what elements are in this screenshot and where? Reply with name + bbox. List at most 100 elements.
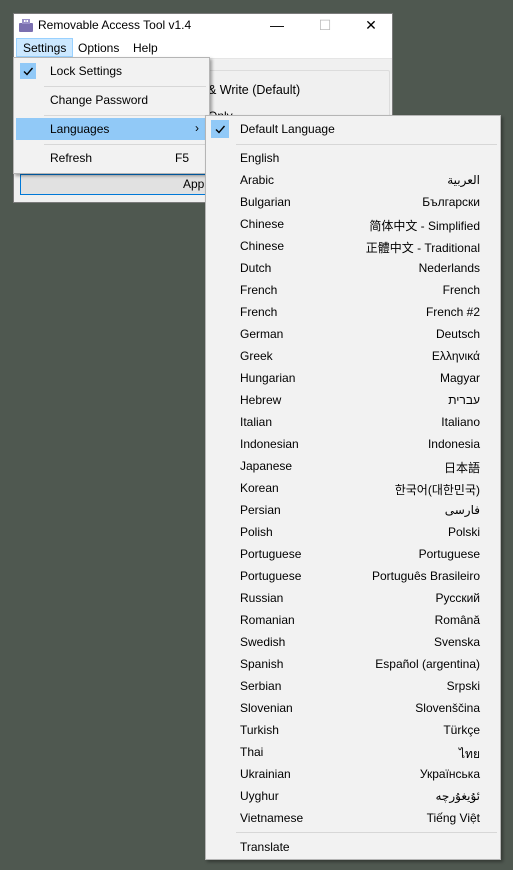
- language-name: Ukrainian: [240, 767, 291, 781]
- menu-separator: [236, 832, 497, 833]
- menu-bar: Settings Options Help: [14, 38, 392, 59]
- language-name: Slovenian: [240, 701, 293, 715]
- menu-item-default-language[interactable]: Default Language: [208, 118, 498, 140]
- language-item[interactable]: Swedish Svenska: [208, 631, 498, 653]
- language-name: Portuguese: [240, 547, 302, 561]
- language-name: French: [240, 305, 278, 319]
- language-item[interactable]: German Deutsch: [208, 323, 498, 345]
- language-item[interactable]: English: [208, 147, 498, 169]
- language-item[interactable]: Greek Ελληνικά: [208, 345, 498, 367]
- language-name: Chinese: [240, 217, 285, 231]
- language-item[interactable]: Hebrew עברית: [208, 389, 498, 411]
- menu-separator: [44, 115, 206, 116]
- language-item[interactable]: Uyghur ئۇيغۇرچە: [208, 785, 498, 807]
- language-native-name: Magyar: [439, 371, 480, 385]
- language-native-name: Español (argentina): [375, 657, 480, 671]
- language-item[interactable]: Portuguese Português Brasileiro: [208, 565, 498, 587]
- language-item[interactable]: French French: [208, 279, 498, 301]
- language-native-name: Srpski: [446, 679, 480, 693]
- menu-options[interactable]: Options: [72, 39, 125, 57]
- maximize-button[interactable]: ☐: [302, 14, 348, 38]
- language-name: Hungarian: [240, 371, 296, 385]
- language-native-name: Slovenščina: [415, 701, 480, 715]
- language-name: Arabic: [240, 173, 275, 187]
- settings-dropdown: Lock Settings Change Password Languages …: [13, 57, 210, 174]
- language-item[interactable]: Thai ไทย: [208, 741, 498, 763]
- menu-settings[interactable]: Settings: [16, 38, 74, 57]
- language-item[interactable]: Arabic العربية: [208, 169, 498, 191]
- language-name: Greek: [240, 349, 273, 363]
- language-native-name: Tiếng Việt: [426, 811, 480, 825]
- language-name: Bulgarian: [240, 195, 291, 209]
- language-item[interactable]: Korean 한국어(대한민국): [208, 477, 498, 499]
- menu-item-refresh[interactable]: Refresh F5: [16, 147, 207, 169]
- language-name: Japanese: [240, 459, 293, 473]
- language-item[interactable]: Italian Italiano: [208, 411, 498, 433]
- language-name: Romanian: [240, 613, 295, 627]
- language-name: Swedish: [240, 635, 286, 649]
- language-item[interactable]: Vietnamese Tiếng Việt: [208, 807, 498, 829]
- language-item[interactable]: Dutch Nederlands: [208, 257, 498, 279]
- language-native-name: ئۇيغۇرچە: [435, 789, 480, 803]
- menu-help[interactable]: Help: [127, 39, 164, 57]
- language-item[interactable]: Chinese 简体中文 - Simplified: [208, 213, 498, 235]
- language-item[interactable]: Serbian Srpski: [208, 675, 498, 697]
- language-item[interactable]: Ukrainian Українська: [208, 763, 498, 785]
- language-native-name: Türkçe: [443, 723, 480, 737]
- menu-separator: [44, 86, 206, 87]
- title-bar[interactable]: Removable Access Tool v1.4 — ☐ ✕: [14, 14, 392, 38]
- language-native-name: French #2: [425, 305, 480, 319]
- language-item[interactable]: Polish Polski: [208, 521, 498, 543]
- default-language-label: Default Language: [240, 122, 335, 136]
- language-native-name: 正體中文 - Traditional: [365, 241, 480, 255]
- languages-label: Languages: [50, 122, 110, 136]
- language-native-name: Nederlands: [418, 261, 480, 275]
- language-item[interactable]: Bulgarian Български: [208, 191, 498, 213]
- language-native-name: עברית: [448, 393, 480, 407]
- language-native-name: French: [442, 283, 480, 297]
- language-item[interactable]: Turkish Türkçe: [208, 719, 498, 741]
- language-name: Uyghur: [240, 789, 279, 803]
- language-name: Russian: [240, 591, 284, 605]
- minimize-button[interactable]: —: [254, 14, 300, 38]
- language-item[interactable]: Russian Русский: [208, 587, 498, 609]
- language-item[interactable]: French French #2: [208, 301, 498, 323]
- language-native-name: Svenska: [433, 635, 480, 649]
- language-name: Chinese: [240, 239, 285, 253]
- language-name: Dutch: [240, 261, 272, 275]
- refresh-label: Refresh: [50, 151, 93, 165]
- language-item[interactable]: Spanish Español (argentina): [208, 653, 498, 675]
- language-item[interactable]: Hungarian Magyar: [208, 367, 498, 389]
- change-password-label: Change Password: [50, 93, 149, 107]
- language-item[interactable]: Chinese 正體中文 - Traditional: [208, 235, 498, 257]
- refresh-shortcut: F5: [174, 151, 189, 165]
- language-native-name: Български: [422, 195, 480, 209]
- language-native-name: Русский: [435, 591, 480, 605]
- language-item[interactable]: Persian فارسی: [208, 499, 498, 521]
- language-item[interactable]: Slovenian Slovenščina: [208, 697, 498, 719]
- close-button[interactable]: ✕: [348, 14, 394, 38]
- menu-separator: [44, 144, 206, 145]
- language-native-name: Italiano: [441, 415, 480, 429]
- menu-item-languages[interactable]: Languages ›: [16, 118, 207, 140]
- language-native-name: Polski: [447, 525, 480, 539]
- language-name: French: [240, 283, 278, 297]
- language-name: Korean: [240, 481, 279, 495]
- language-native-name: Українська: [419, 767, 480, 781]
- menu-item-translate[interactable]: Translate: [208, 836, 498, 858]
- language-native-name: Portuguese: [418, 547, 480, 561]
- menu-item-change-password[interactable]: Change Password: [16, 89, 207, 111]
- read-write-option-label: & Write (Default): [208, 83, 301, 97]
- language-item[interactable]: Japanese 日本語: [208, 455, 498, 477]
- language-native-name: فارسی: [444, 503, 480, 517]
- submenu-arrow-icon: ›: [195, 121, 199, 135]
- language-item[interactable]: Indonesian Indonesia: [208, 433, 498, 455]
- language-native-name: Română: [434, 613, 480, 627]
- language-native-name: 简体中文 - Simplified: [369, 219, 480, 233]
- language-name: Polish: [240, 525, 273, 539]
- language-item[interactable]: Portuguese Portuguese: [208, 543, 498, 565]
- menu-item-lock-settings[interactable]: Lock Settings: [16, 60, 207, 82]
- language-native-name: Deutsch: [435, 327, 480, 341]
- language-item[interactable]: Romanian Română: [208, 609, 498, 631]
- checkmark-icon: [20, 63, 36, 79]
